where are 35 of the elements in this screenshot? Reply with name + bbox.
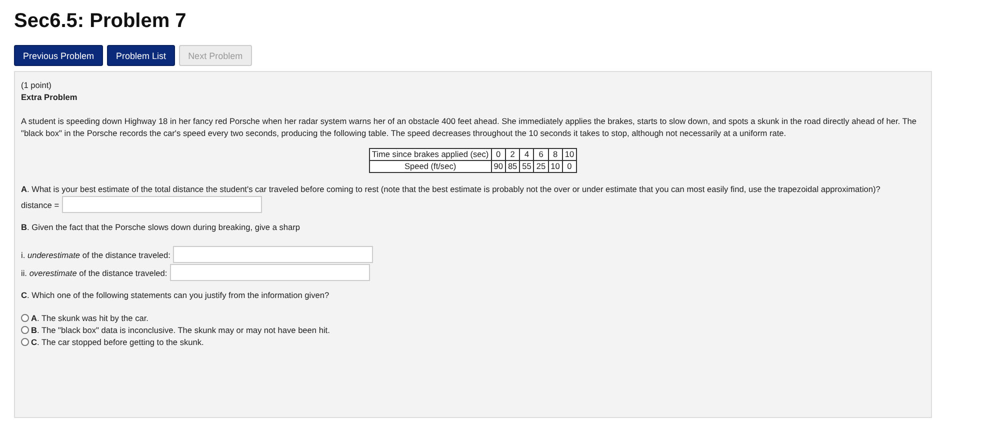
distance-input[interactable] — [62, 196, 262, 213]
question-text: A. What is your best estimate of the total distance the student's car traveled before coming to rest (note that the best estimate is probably not the over or under estimate that you can most easily find, use the trapezoidal approximation)? — [21, 183, 882, 195]
nav-button[interactable]: Previous Problem — [14, 45, 104, 66]
table-cell: 10 — [562, 148, 577, 160]
page-title: Sec6.5: Problem 7 — [14, 10, 188, 33]
points-text: (1 point) — [21, 79, 52, 91]
table-cell: 2 — [505, 148, 520, 160]
table-cell: 4 — [520, 148, 534, 160]
table-cell: Speed (ft/sec) — [369, 160, 492, 172]
table-cell: 10 — [548, 160, 562, 172]
radio-button[interactable] — [21, 314, 29, 322]
answer-input[interactable] — [173, 246, 374, 263]
option-label[interactable]: A. The skunk was hit by the car. — [31, 312, 148, 324]
table-cell: Time since brakes applied (sec) — [369, 148, 492, 160]
table-cell: 90 — [491, 160, 506, 172]
field-label: ii. overestimate of the distance traveled: — [21, 266, 168, 278]
radio-button[interactable] — [21, 338, 29, 346]
table-cell: 25 — [534, 160, 548, 172]
option-label[interactable]: B. The "black box" data is inconclusive. The skunk may or may not have been hit. — [31, 324, 330, 336]
table-cell: 0 — [562, 160, 577, 172]
problem-heading: Extra Problem — [21, 91, 78, 103]
answer-input[interactable] — [170, 264, 370, 281]
table-cell: 6 — [534, 148, 548, 160]
table-cell: 0 — [491, 148, 506, 160]
table-cell: 85 — [505, 160, 520, 172]
field-label: distance = — [21, 198, 60, 210]
problem-statement: A student is speeding down Highway 18 in her fancy red Porsche when her radar system warns her of an obstacle 400 feet ahead. She immediately applies the brakes, starts to slow down, and spots a skunk in the road directly ahead of her. The "black box" in the Porsche records the car's speed every two seconds, producing the following table. The speed decreases throughout the 10 seconds it takes to stop, although not necessarily at a uniform rate. — [21, 115, 918, 139]
field-label: i. underestimate of the distance traveled: — [21, 248, 170, 260]
table-cell: 8 — [548, 148, 562, 160]
table-cell: 55 — [520, 160, 534, 172]
question-text: B. Given the fact that the Porsche slows down during breaking, give a sharp — [21, 221, 302, 233]
nav-button[interactable]: Problem List — [107, 45, 176, 66]
option-label[interactable]: C. The car stopped before getting to the skunk. — [31, 336, 204, 348]
question-text: C. Which one of the following statements can you justify from the information given? — [21, 289, 330, 301]
radio-button[interactable] — [21, 326, 29, 334]
